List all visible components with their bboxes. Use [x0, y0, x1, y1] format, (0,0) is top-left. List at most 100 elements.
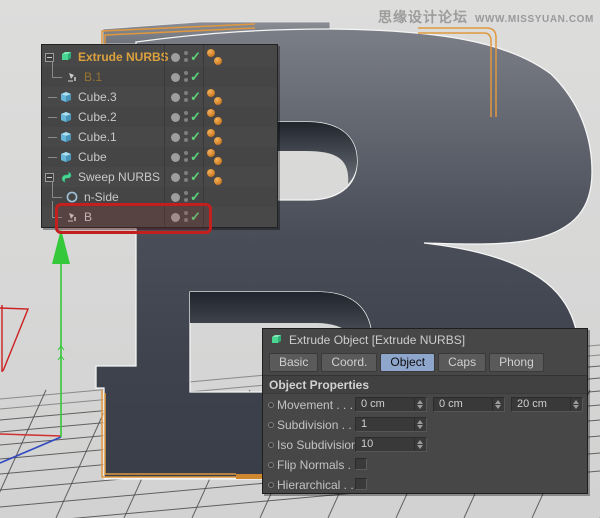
object-label[interactable]: Cube.3: [78, 90, 117, 104]
movement-x-field[interactable]: 0 cm: [355, 397, 427, 412]
spline-icon: [65, 70, 79, 84]
watermark-url: WWW.MISSYUAN.COM: [475, 14, 594, 25]
field-value: 1: [361, 418, 367, 430]
n-side-icon: [65, 190, 79, 204]
enabled-check-icon[interactable]: ✓: [190, 49, 201, 65]
visibility-dots-icon[interactable]: [183, 150, 189, 164]
tree-connector: [48, 157, 57, 158]
param-label: Flip Normals . .: [277, 458, 358, 472]
layer-dot-icon[interactable]: [171, 73, 180, 82]
flip-normals-checkbox[interactable]: [355, 458, 367, 470]
object-label[interactable]: Cube.1: [78, 130, 117, 144]
layer-dot-icon[interactable]: [171, 93, 180, 102]
spinner-icon[interactable]: [414, 398, 426, 411]
object-label[interactable]: B.1: [84, 70, 102, 84]
enabled-check-icon[interactable]: ✓: [190, 109, 201, 125]
layer-dot-icon[interactable]: [171, 113, 180, 122]
object-manager-panel[interactable]: Extrude NURBS ✓ B.1 ✓ Cube.3 ✓: [41, 44, 278, 228]
spinner-icon[interactable]: [492, 398, 504, 411]
tag-dots-icon[interactable]: [205, 167, 225, 187]
extrude-nurbs-icon: [269, 333, 283, 347]
iso-subdivision-field[interactable]: 10: [355, 437, 427, 452]
subdivision-field[interactable]: 1: [355, 417, 427, 432]
keyframe-circle-icon[interactable]: [268, 442, 274, 448]
cube-icon: [59, 150, 73, 164]
tag-dots-icon[interactable]: [205, 107, 225, 127]
cube-icon: [59, 130, 73, 144]
object-row-b1[interactable]: B.1 ✓: [42, 67, 277, 87]
attributes-title: Extrude Object [Extrude NURBS]: [289, 333, 465, 347]
layer-dot-icon[interactable]: [171, 153, 180, 162]
layer-dot-icon[interactable]: [171, 193, 180, 202]
visibility-dots-icon[interactable]: [183, 90, 189, 104]
enabled-check-icon[interactable]: ✓: [190, 169, 201, 185]
field-value: 20 cm: [517, 398, 547, 410]
object-label[interactable]: n-Side: [84, 190, 119, 204]
attributes-title-bar: Extrude Object [Extrude NURBS]: [263, 329, 587, 351]
visibility-dots-icon[interactable]: [183, 190, 189, 204]
visibility-dots-icon[interactable]: [183, 70, 189, 84]
tab-basic[interactable]: Basic: [269, 353, 318, 372]
visibility-dots-icon[interactable]: [183, 110, 189, 124]
movement-y-field[interactable]: 0 cm: [433, 397, 505, 412]
visibility-dots-icon[interactable]: [183, 50, 189, 64]
visibility-dots-icon[interactable]: [183, 170, 189, 184]
hierarchical-checkbox[interactable]: [355, 478, 367, 490]
param-row-iso-subdivision: Iso Subdivision 10: [263, 435, 587, 455]
visibility-dots-icon[interactable]: [183, 130, 189, 144]
tree-connector: [48, 97, 57, 98]
keyframe-circle-icon[interactable]: [268, 462, 274, 468]
enabled-check-icon[interactable]: ✓: [190, 89, 201, 105]
field-value: 0 cm: [439, 398, 463, 410]
column-divider: [203, 45, 204, 227]
tab-caps[interactable]: Caps: [438, 353, 486, 372]
tree-connector: [52, 181, 62, 198]
enabled-check-icon[interactable]: ✓: [190, 69, 201, 85]
tab-coord[interactable]: Coord.: [321, 353, 377, 372]
layer-dot-icon[interactable]: [171, 173, 180, 182]
movement-z-field[interactable]: 20 cm: [511, 397, 583, 412]
param-label: Subdivision . . .: [277, 418, 358, 432]
tag-dots-icon[interactable]: [205, 147, 225, 167]
param-row-hierarchical: Hierarchical . . .: [263, 475, 587, 495]
object-row-cube1[interactable]: Cube.1 ✓: [42, 127, 277, 147]
object-row-cube3[interactable]: Cube.3 ✓: [42, 87, 277, 107]
object-label[interactable]: Sweep NURBS: [78, 170, 160, 184]
object-label[interactable]: Cube: [78, 150, 107, 164]
section-title: Object Properties: [269, 378, 369, 392]
keyframe-circle-icon[interactable]: [268, 422, 274, 428]
enabled-check-icon[interactable]: ✓: [190, 149, 201, 165]
param-row-movement: Movement . . . . 0 cm 0 cm 20 cm: [263, 395, 587, 415]
object-row-sweep-nurbs[interactable]: Sweep NURBS ✓: [42, 167, 277, 187]
param-label: Hierarchical . . .: [277, 478, 360, 492]
tag-dots-icon[interactable]: [205, 47, 225, 67]
tag-dots-icon[interactable]: [205, 127, 225, 147]
object-row-extrude-nurbs[interactable]: Extrude NURBS ✓: [42, 47, 277, 67]
param-label: Iso Subdivision: [277, 438, 358, 452]
tree-connector: [48, 117, 57, 118]
spinner-icon[interactable]: [570, 398, 582, 411]
keyframe-circle-icon[interactable]: [268, 402, 274, 408]
tree-connector: [52, 61, 62, 78]
field-value: 10: [361, 438, 373, 450]
keyframe-circle-icon[interactable]: [268, 482, 274, 488]
column-divider: [164, 45, 165, 227]
cube-icon: [59, 110, 73, 124]
object-label[interactable]: Cube.2: [78, 110, 117, 124]
tab-phong[interactable]: Phong: [489, 353, 544, 372]
tag-dots-icon[interactable]: [205, 87, 225, 107]
watermark: 思缘设计论坛 WWW.MISSYUAN.COM: [378, 7, 594, 27]
object-row-cube2[interactable]: Cube.2 ✓: [42, 107, 277, 127]
spinner-icon[interactable]: [414, 438, 426, 451]
layer-dot-icon[interactable]: [171, 53, 180, 62]
layer-dot-icon[interactable]: [171, 133, 180, 142]
watermark-site-name: 思缘设计论坛: [378, 7, 468, 27]
object-label[interactable]: Extrude NURBS: [78, 50, 169, 64]
section-header: Object Properties: [263, 375, 587, 394]
enabled-check-icon[interactable]: ✓: [190, 129, 201, 145]
annotation-highlight-rect: [55, 203, 212, 234]
spinner-icon[interactable]: [414, 418, 426, 431]
object-row-cube[interactable]: Cube ✓: [42, 147, 277, 167]
tab-object[interactable]: Object: [380, 353, 435, 372]
attributes-panel[interactable]: Extrude Object [Extrude NURBS] Basic Coo…: [262, 328, 588, 494]
